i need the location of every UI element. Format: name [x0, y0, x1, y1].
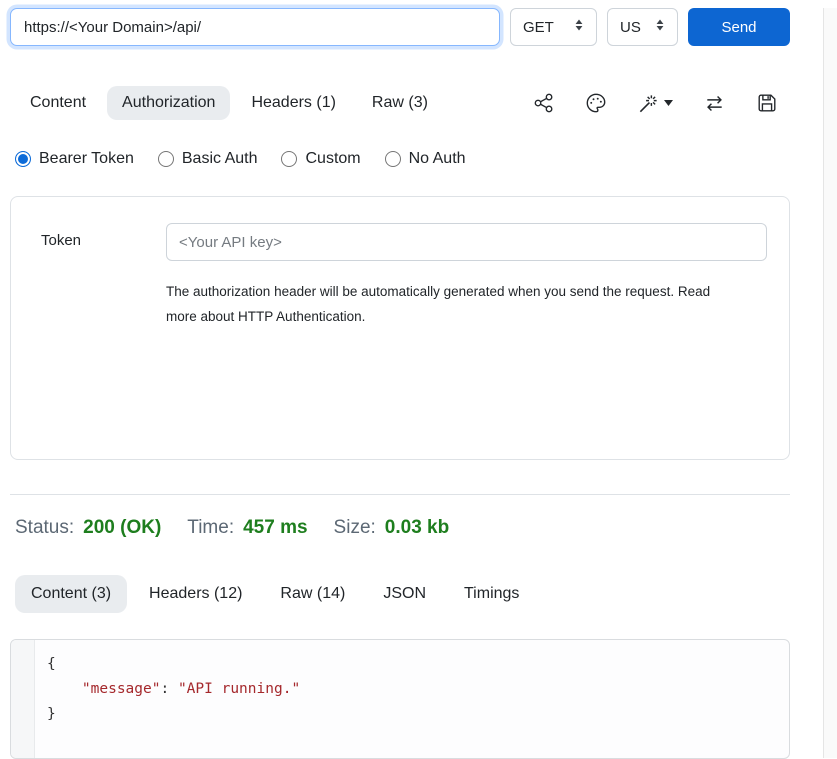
auth-option-basic-auth[interactable]: Basic Auth — [158, 150, 258, 168]
scrollbar-track[interactable] — [823, 8, 837, 758]
code-gutter — [11, 640, 35, 758]
response-tabs: Content (3) Headers (12) Raw (14) JSON T… — [10, 575, 790, 613]
save-icon[interactable] — [756, 92, 778, 114]
status-label: Status: — [15, 517, 74, 539]
token-input[interactable] — [166, 223, 767, 261]
token-label: Token — [41, 223, 166, 261]
tab-response-raw[interactable]: Raw (14) — [264, 575, 361, 613]
tab-response-json[interactable]: JSON — [367, 575, 442, 613]
radio-bearer-token[interactable] — [15, 151, 31, 167]
select-caret-icon — [655, 18, 665, 36]
tab-headers[interactable]: Headers (1) — [236, 86, 350, 120]
auth-option-no-auth[interactable]: No Auth — [385, 150, 466, 168]
method-select-value: GET — [523, 19, 554, 36]
select-caret-icon — [574, 18, 584, 36]
request-tabs: Content Authorization Headers (1) Raw (3… — [10, 86, 790, 120]
json-key: "message" — [82, 681, 161, 697]
tab-response-headers[interactable]: Headers (12) — [133, 575, 258, 613]
auth-option-bearer-token[interactable]: Bearer Token — [15, 150, 134, 168]
tab-authorization[interactable]: Authorization — [107, 86, 230, 120]
tab-response-content[interactable]: Content (3) — [15, 575, 127, 613]
size-value: 0.03 kb — [385, 517, 449, 539]
json-line: "message": "API running." — [47, 677, 300, 702]
send-button[interactable]: Send — [688, 8, 790, 46]
section-divider — [10, 494, 790, 495]
api-tester-page: GET US Send Content Authorization Header… — [10, 8, 790, 759]
json-line: } — [47, 702, 300, 727]
status-group: Status: 200 (OK) — [15, 517, 161, 539]
magic-wand-dropdown-icon[interactable] — [637, 92, 673, 115]
auth-type-group: Bearer Token Basic Auth Custom No Auth — [10, 150, 790, 168]
json-value: "API running." — [178, 681, 300, 697]
token-panel: Token The authorization header will be a… — [10, 196, 790, 460]
auth-option-label: Bearer Token — [39, 150, 134, 168]
tab-raw[interactable]: Raw (3) — [357, 86, 443, 120]
url-bar: GET US Send — [10, 8, 790, 46]
size-group: Size: 0.03 kb — [334, 517, 450, 539]
time-group: Time: 457 ms — [187, 517, 307, 539]
json-line: { — [47, 652, 300, 677]
auth-option-label: Basic Auth — [182, 150, 258, 168]
auth-option-custom[interactable]: Custom — [281, 150, 360, 168]
time-value: 457 ms — [243, 517, 307, 539]
radio-custom[interactable] — [281, 151, 297, 167]
palette-icon[interactable] — [585, 92, 607, 114]
chevron-down-icon — [664, 100, 673, 106]
json-separator: : — [160, 681, 177, 697]
method-select[interactable]: GET — [510, 8, 597, 46]
tab-content[interactable]: Content — [15, 86, 101, 120]
auth-option-label: No Auth — [409, 150, 466, 168]
url-input[interactable] — [10, 8, 500, 46]
tab-response-timings[interactable]: Timings — [448, 575, 535, 613]
request-toolbar — [533, 92, 790, 115]
status-value: 200 (OK) — [83, 517, 161, 539]
swap-arrows-icon[interactable] — [703, 92, 726, 115]
auth-option-label: Custom — [305, 150, 360, 168]
radio-no-auth[interactable] — [385, 151, 401, 167]
region-select-value: US — [620, 19, 641, 36]
time-label: Time: — [187, 517, 234, 539]
region-select[interactable]: US — [607, 8, 678, 46]
response-body-panel: { "message": "API running." } — [10, 639, 790, 759]
share-icon[interactable] — [533, 92, 555, 114]
response-json[interactable]: { "message": "API running." } — [35, 640, 300, 758]
response-summary: Status: 200 (OK) Time: 457 ms Size: 0.03… — [10, 517, 790, 539]
radio-basic-auth[interactable] — [158, 151, 174, 167]
token-help-text: The authorization header will be automat… — [166, 279, 744, 329]
size-label: Size: — [334, 517, 376, 539]
